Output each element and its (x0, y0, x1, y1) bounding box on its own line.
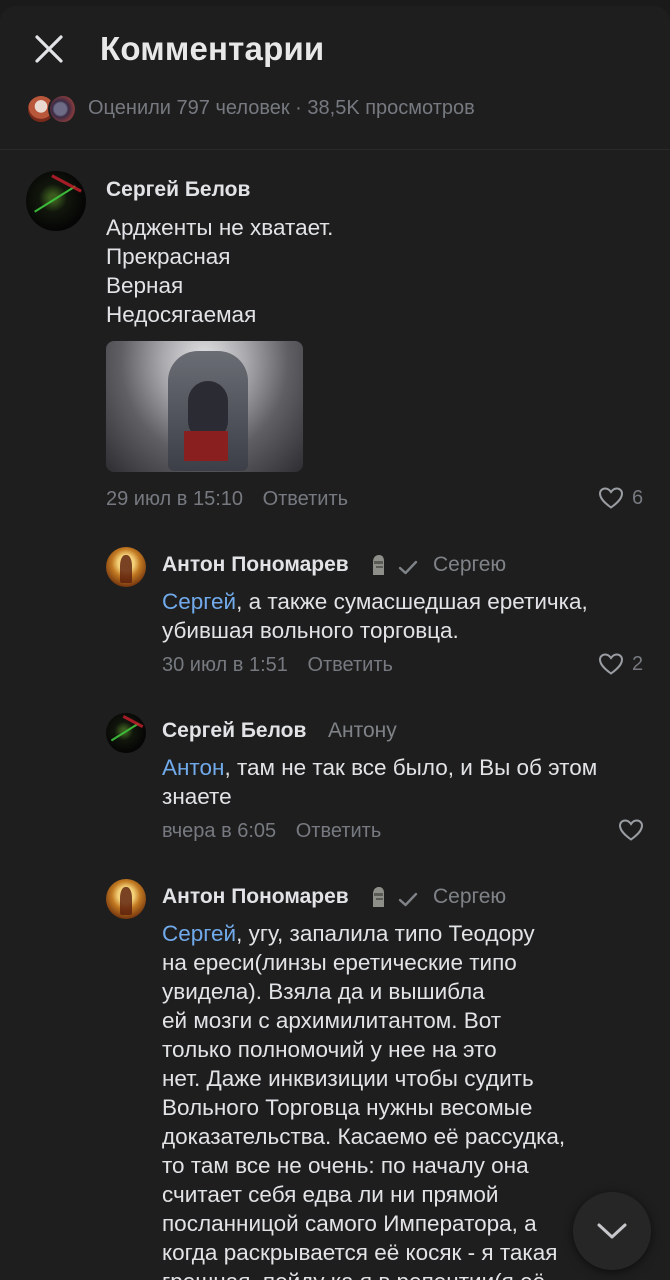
like-button[interactable] (618, 818, 644, 842)
like-button[interactable]: 2 (598, 652, 643, 676)
like-button[interactable]: 6 (598, 486, 643, 510)
comment-date: вчера в 6:05 (162, 820, 277, 842)
close-button[interactable] (28, 28, 70, 70)
divider (0, 149, 670, 150)
like-count: 2 (632, 652, 644, 675)
avatar (48, 94, 78, 124)
comment-text: Антон, там не так все было, и Вы об этом… (162, 755, 598, 809)
avatar[interactable] (26, 171, 86, 231)
scroll-down-button[interactable] (573, 1192, 651, 1270)
verified-check-icon (398, 560, 418, 575)
reply-to-label[interactable]: Сергею (433, 553, 506, 577)
comment-text: Сергей, угу, запалила типо Теодору на ер… (162, 921, 566, 1280)
liker-avatars (26, 94, 78, 124)
avatar[interactable] (106, 713, 146, 753)
header: Комментарии (0, 6, 670, 90)
comment-author[interactable]: Антон Пономарев (162, 885, 349, 909)
comment-meta: 29 июл в 15:10 Ответить (106, 488, 348, 511)
reply-button[interactable]: Ответить (296, 820, 382, 842)
comment-author[interactable]: Сергей Белов (162, 719, 306, 743)
heart-icon (598, 487, 624, 509)
reply-to-label[interactable]: Антону (328, 719, 397, 743)
mention-link[interactable]: Антон (162, 755, 224, 780)
comment-author[interactable]: Сергей Белов (106, 178, 250, 202)
heart-icon (598, 653, 624, 675)
reply-button[interactable]: Ответить (263, 488, 349, 510)
comment-author[interactable]: Антон Пономарев (162, 553, 349, 577)
stats-text: Оценили 797 человек · 38,5K просмотров (88, 96, 475, 119)
reply-to-label[interactable]: Сергею (433, 885, 506, 909)
comment-date: 30 июл в 1:51 (162, 654, 288, 676)
reply-button[interactable]: Ответить (307, 654, 393, 676)
mention-link[interactable]: Сергей (162, 589, 236, 614)
verified-check-icon (398, 892, 418, 907)
comment-meta: вчера в 6:05 Ответить (162, 820, 381, 843)
post-stats[interactable]: Оценили 797 человек · 38,5K просмотров (26, 92, 475, 124)
moai-emoji-icon (373, 555, 384, 575)
comment-image[interactable] (106, 341, 303, 472)
avatar[interactable] (106, 879, 146, 919)
heart-icon (618, 819, 644, 841)
comment-date: 29 июл в 15:10 (106, 488, 243, 510)
chevron-down-icon (597, 1223, 627, 1239)
moai-emoji-icon (373, 887, 384, 907)
page-title: Комментарии (100, 30, 325, 67)
comment-meta: 30 июл в 1:51 Ответить (162, 654, 393, 677)
comment-text: Сергей, а также сумасшедшая еретичка, уб… (162, 589, 588, 643)
like-count: 6 (632, 486, 644, 509)
avatar[interactable] (106, 547, 146, 587)
close-icon (35, 35, 63, 63)
comment-text: Ардженты не хватает. Прекрасная Верная Н… (106, 215, 334, 327)
mention-link[interactable]: Сергей (162, 921, 236, 946)
comments-sheet: Комментарии Оценили 797 человек · 38,5K … (0, 6, 670, 1280)
